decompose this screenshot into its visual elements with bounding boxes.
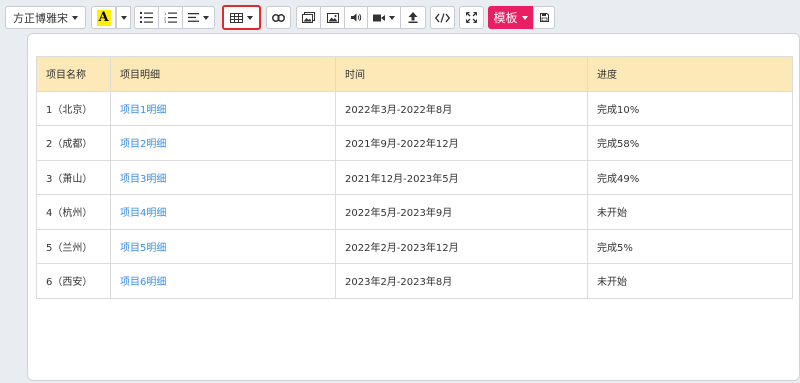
upload-icon bbox=[408, 12, 418, 23]
project-name-cell[interactable]: 4（杭州） bbox=[36, 194, 111, 230]
highlight-color-dropdown[interactable] bbox=[116, 6, 131, 29]
table-header-cell[interactable]: 项目明细 bbox=[110, 56, 336, 92]
chevron-down-icon bbox=[120, 15, 127, 20]
insert-video-dropdown[interactable] bbox=[368, 6, 401, 29]
project-detail-link[interactable]: 项目1明细 bbox=[110, 90, 336, 126]
image-icon bbox=[326, 12, 339, 23]
align-icon bbox=[188, 13, 199, 22]
content-table[interactable]: 项目名称 项目明细 时间 进度 1（北京） 项目1明细 2022年3月-2022… bbox=[36, 56, 793, 299]
font-family-dropdown[interactable]: 方正博雅宋 bbox=[5, 6, 86, 29]
insert-gallery-button[interactable] bbox=[296, 6, 321, 29]
table-row: 3（萧山） 项目3明细 2021年12月-2023年5月 完成49% bbox=[36, 159, 793, 195]
save-button[interactable] bbox=[533, 6, 555, 29]
time-cell[interactable]: 2022年3月-2022年8月 bbox=[335, 90, 588, 126]
project-detail-link[interactable]: 项目6明细 bbox=[110, 263, 336, 299]
progress-cell[interactable]: 完成58% bbox=[587, 125, 793, 161]
project-name-cell[interactable]: 2（成都） bbox=[36, 125, 111, 161]
project-detail-link[interactable]: 项目2明细 bbox=[110, 125, 336, 161]
project-name-cell[interactable]: 1（北京） bbox=[36, 90, 111, 126]
table-row: 5（兰州） 项目5明细 2022年2月-2023年12月 完成5% bbox=[36, 228, 793, 264]
progress-cell[interactable]: 完成49% bbox=[587, 159, 793, 195]
numbered-list-icon: 1 2 3 bbox=[164, 12, 177, 23]
video-icon bbox=[373, 14, 385, 22]
table-row: 6（西安） 项目6明细 2023年2月-2023年8月 未开始 bbox=[36, 263, 793, 299]
chevron-down-icon bbox=[389, 15, 395, 20]
editor-toolbar: 方正博雅宋 A 1 2 3 模板 bbox=[0, 0, 800, 34]
template-label: 模板 bbox=[493, 11, 518, 25]
save-icon bbox=[539, 13, 549, 22]
table-header-cell[interactable]: 项目名称 bbox=[36, 56, 111, 92]
font-family-label: 方正博雅宋 bbox=[13, 11, 68, 25]
time-cell[interactable]: 2022年5月-2023年9月 bbox=[335, 194, 588, 230]
progress-cell[interactable]: 完成5% bbox=[587, 228, 793, 264]
project-detail-link[interactable]: 项目5明细 bbox=[110, 228, 336, 264]
table-header-cell[interactable]: 时间 bbox=[335, 56, 588, 92]
editor-content-area[interactable]: 项目名称 项目明细 时间 进度 1（北京） 项目1明细 2022年3月-2022… bbox=[27, 33, 800, 381]
chevron-down-icon bbox=[521, 15, 528, 20]
align-dropdown[interactable] bbox=[183, 6, 215, 29]
bullet-list-icon bbox=[140, 12, 153, 23]
chevron-down-icon bbox=[203, 15, 209, 20]
time-cell[interactable]: 2023年2月-2023年8月 bbox=[335, 263, 588, 299]
template-dropdown[interactable]: 模板 bbox=[488, 6, 533, 29]
highlight-color-icon: A bbox=[96, 9, 111, 26]
project-detail-link[interactable]: 项目3明细 bbox=[110, 159, 336, 195]
upload-button[interactable] bbox=[401, 6, 426, 29]
highlight-color-button[interactable]: A bbox=[91, 6, 116, 29]
project-detail-link[interactable]: 项目4明细 bbox=[110, 194, 336, 230]
svg-text:3: 3 bbox=[164, 20, 166, 23]
insert-table-dropdown[interactable] bbox=[222, 5, 261, 30]
insert-link-button[interactable] bbox=[266, 6, 291, 29]
table-header-cell[interactable]: 进度 bbox=[587, 56, 793, 92]
table-icon bbox=[230, 12, 243, 23]
code-icon bbox=[435, 12, 450, 23]
progress-cell[interactable]: 未开始 bbox=[587, 263, 793, 299]
time-cell[interactable]: 2022年2月-2023年12月 bbox=[335, 228, 588, 264]
fullscreen-icon bbox=[466, 12, 477, 23]
time-cell[interactable]: 2021年12月-2023年5月 bbox=[335, 159, 588, 195]
table-row: 4（杭州） 项目4明细 2022年5月-2023年9月 未开始 bbox=[36, 194, 793, 230]
project-name-cell[interactable]: 6（西安） bbox=[36, 263, 111, 299]
progress-cell[interactable]: 完成10% bbox=[587, 90, 793, 126]
chevron-down-icon bbox=[72, 15, 78, 20]
link-icon bbox=[272, 13, 285, 22]
numbered-list-button[interactable]: 1 2 3 bbox=[159, 6, 183, 29]
image-gallery-icon bbox=[302, 12, 315, 23]
insert-audio-button[interactable] bbox=[345, 6, 368, 29]
bullet-list-button[interactable] bbox=[134, 6, 159, 29]
table-header-row: 项目名称 项目明细 时间 进度 bbox=[36, 56, 793, 92]
code-view-button[interactable] bbox=[430, 6, 455, 29]
chevron-down-icon bbox=[247, 15, 253, 20]
time-cell[interactable]: 2021年9月-2022年12月 bbox=[335, 125, 588, 161]
insert-image-button[interactable] bbox=[321, 6, 345, 29]
project-name-cell[interactable]: 5（兰州） bbox=[36, 228, 111, 264]
table-row: 1（北京） 项目1明细 2022年3月-2022年8月 完成10% bbox=[36, 90, 793, 126]
progress-cell[interactable]: 未开始 bbox=[587, 194, 793, 230]
table-row: 2（成都） 项目2明细 2021年9月-2022年12月 完成58% bbox=[36, 125, 793, 161]
project-name-cell[interactable]: 3（萧山） bbox=[36, 159, 111, 195]
fullscreen-button[interactable] bbox=[459, 6, 484, 29]
speaker-icon bbox=[350, 13, 362, 22]
